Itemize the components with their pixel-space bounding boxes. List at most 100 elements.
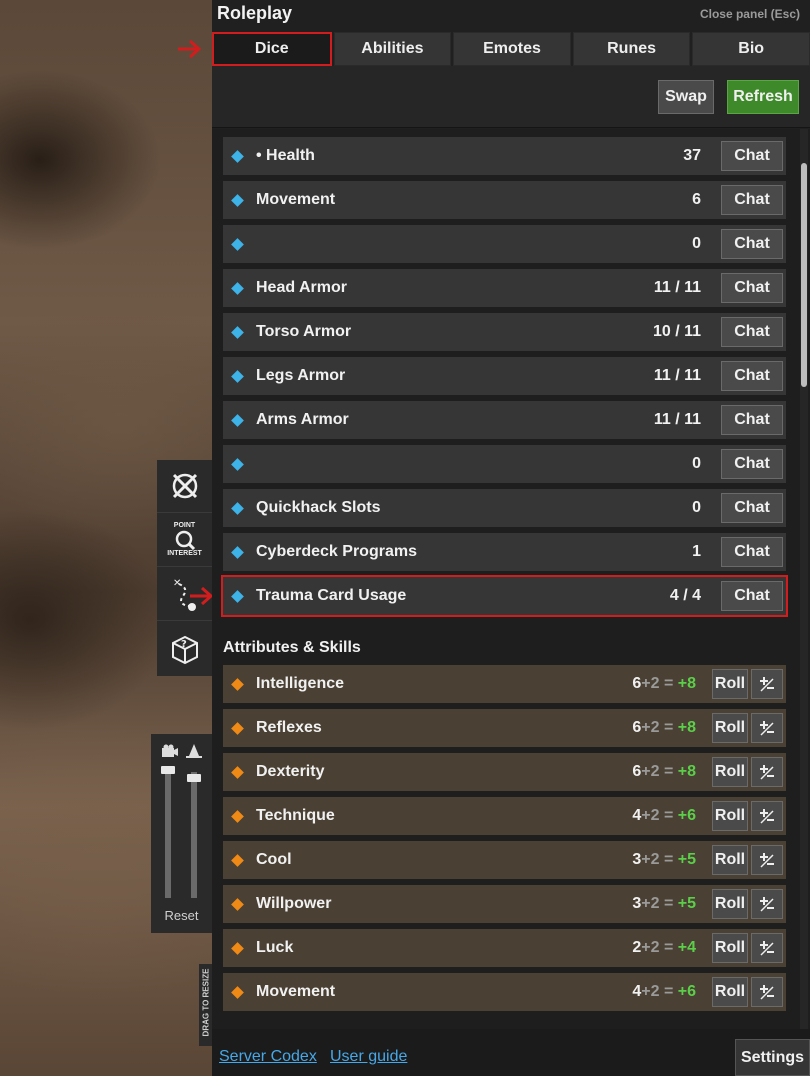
modifier-button[interactable]: [751, 933, 783, 963]
tab-bio[interactable]: Bio: [692, 32, 810, 66]
roleplay-panel: Roleplay Close panel (Esc) Dice Abilitie…: [212, 0, 810, 1076]
reset-button[interactable]: Reset: [151, 908, 212, 923]
refresh-button[interactable]: Refresh: [727, 80, 799, 114]
drag-to-resize-handle[interactable]: DRAG TO RESIZE: [199, 964, 212, 1046]
scrollbar-track[interactable]: [800, 129, 808, 1029]
attribute-equals: =: [663, 807, 674, 824]
tab-annotation-arrow-icon: [178, 39, 202, 59]
chat-button[interactable]: Chat: [721, 229, 783, 259]
camera-sliders-panel: Reset: [151, 734, 212, 933]
roll-button[interactable]: Roll: [712, 801, 748, 831]
roll-button[interactable]: Roll: [712, 669, 748, 699]
diamond-icon: [231, 765, 244, 779]
attribute-mod: +2: [641, 675, 660, 692]
attribute-value: 4+2 = +6: [632, 807, 696, 825]
swap-button[interactable]: Swap: [658, 80, 714, 114]
diamond-icon: [231, 985, 244, 999]
modifier-button[interactable]: [751, 977, 783, 1007]
stat-value: 11 / 11: [653, 367, 701, 384]
chat-button[interactable]: Chat: [721, 317, 783, 347]
stat-row: Arms Armor 11 / 11 Chat: [223, 401, 786, 439]
scrollbar-thumb[interactable]: [801, 163, 807, 387]
drag-to-resize-label: DRAG TO RESIZE: [201, 968, 211, 1037]
server-codex-link[interactable]: Server Codex: [219, 1048, 317, 1066]
stat-value: 0: [692, 235, 701, 252]
plus-minus-icon: [760, 765, 774, 780]
stat-label: Arms Armor: [256, 411, 349, 428]
stat-label: Torso Armor: [256, 323, 352, 340]
plus-minus-icon: [760, 721, 774, 736]
chat-button[interactable]: Chat: [721, 185, 783, 215]
roll-button[interactable]: Roll: [712, 933, 748, 963]
diamond-icon: [231, 501, 244, 515]
roll-button[interactable]: Roll: [712, 977, 748, 1007]
stat-value: 6: [692, 191, 701, 208]
chat-button[interactable]: Chat: [721, 273, 783, 303]
attribute-equals: =: [663, 939, 674, 956]
attribute-value: 3+2 = +5: [632, 851, 696, 869]
diamond-icon: [231, 941, 244, 955]
modifier-button[interactable]: [751, 669, 783, 699]
stat-value: 0: [692, 499, 701, 516]
camera-slider-handle[interactable]: [161, 766, 175, 774]
camera-icon: [162, 744, 178, 757]
tab-abilities[interactable]: Abilities: [333, 32, 452, 66]
chat-button[interactable]: Chat: [721, 581, 783, 611]
close-panel-button[interactable]: Close panel (Esc): [700, 7, 800, 21]
attribute-base: 3: [632, 895, 642, 912]
modifier-button[interactable]: [751, 713, 783, 743]
attribute-value: 6+2 = +8: [632, 719, 696, 737]
attribute-total: +6: [677, 983, 696, 1000]
tab-runes[interactable]: Runes: [572, 32, 691, 66]
camera-slider-track[interactable]: [161, 766, 175, 898]
chat-button[interactable]: Chat: [721, 449, 783, 479]
attribute-value: 2+2 = +4: [632, 939, 696, 957]
plus-minus-icon: [760, 677, 774, 692]
chat-button[interactable]: Chat: [721, 537, 783, 567]
tab-dice[interactable]: Dice: [212, 32, 332, 66]
attribute-label: Reflexes: [256, 719, 322, 736]
attribute-total: +5: [677, 851, 696, 868]
attribute-label: Dexterity: [256, 763, 325, 780]
roll-button[interactable]: Roll: [712, 845, 748, 875]
attribute-value: 6+2 = +8: [632, 763, 696, 781]
terrain-slider-handle[interactable]: [187, 774, 201, 782]
stat-row: 0 Chat: [223, 225, 786, 263]
stat-label: Quickhack Slots: [256, 499, 381, 516]
user-guide-link[interactable]: User guide: [330, 1048, 407, 1066]
terrain-slider-track[interactable]: [187, 772, 201, 898]
crossed-tools-button[interactable]: [157, 460, 212, 513]
attribute-base: 3: [632, 851, 642, 868]
stat-value: 1: [692, 543, 701, 560]
roll-button[interactable]: Roll: [712, 757, 748, 787]
attribute-equals: =: [663, 763, 674, 780]
poi-label-bottom: INTEREST: [167, 550, 202, 557]
attribute-total: +6: [677, 807, 696, 824]
map-tools-toolbar: POINT INTEREST ✕ ?: [157, 460, 212, 676]
roll-button[interactable]: Roll: [712, 889, 748, 919]
attribute-row: Intelligence 6+2 = +8 Roll: [223, 665, 786, 703]
point-of-interest-button[interactable]: POINT INTEREST: [157, 514, 212, 567]
diamond-icon: [231, 457, 244, 471]
chat-button[interactable]: Chat: [721, 405, 783, 435]
diamond-icon: [231, 413, 244, 427]
attribute-mod: +2: [641, 895, 660, 912]
modifier-button[interactable]: [751, 889, 783, 919]
chat-button[interactable]: Chat: [721, 493, 783, 523]
diamond-icon: [231, 325, 244, 339]
attribute-row: Luck 2+2 = +4 Roll: [223, 929, 786, 967]
stat-value: 0: [692, 455, 701, 472]
stat-value: 4 / 4: [669, 587, 701, 604]
stat-row: Trauma Card Usage 4 / 4 Chat: [221, 575, 788, 617]
chat-button[interactable]: Chat: [721, 361, 783, 391]
tab-emotes[interactable]: Emotes: [453, 32, 571, 66]
attribute-mod: +2: [641, 763, 660, 780]
chat-button[interactable]: Chat: [721, 141, 783, 171]
help-box-button[interactable]: ?: [157, 622, 212, 675]
modifier-button[interactable]: [751, 757, 783, 787]
modifier-button[interactable]: [751, 845, 783, 875]
settings-button[interactable]: Settings: [735, 1039, 810, 1076]
roll-button[interactable]: Roll: [712, 713, 748, 743]
modifier-button[interactable]: [751, 801, 783, 831]
diamond-icon: [231, 281, 244, 295]
